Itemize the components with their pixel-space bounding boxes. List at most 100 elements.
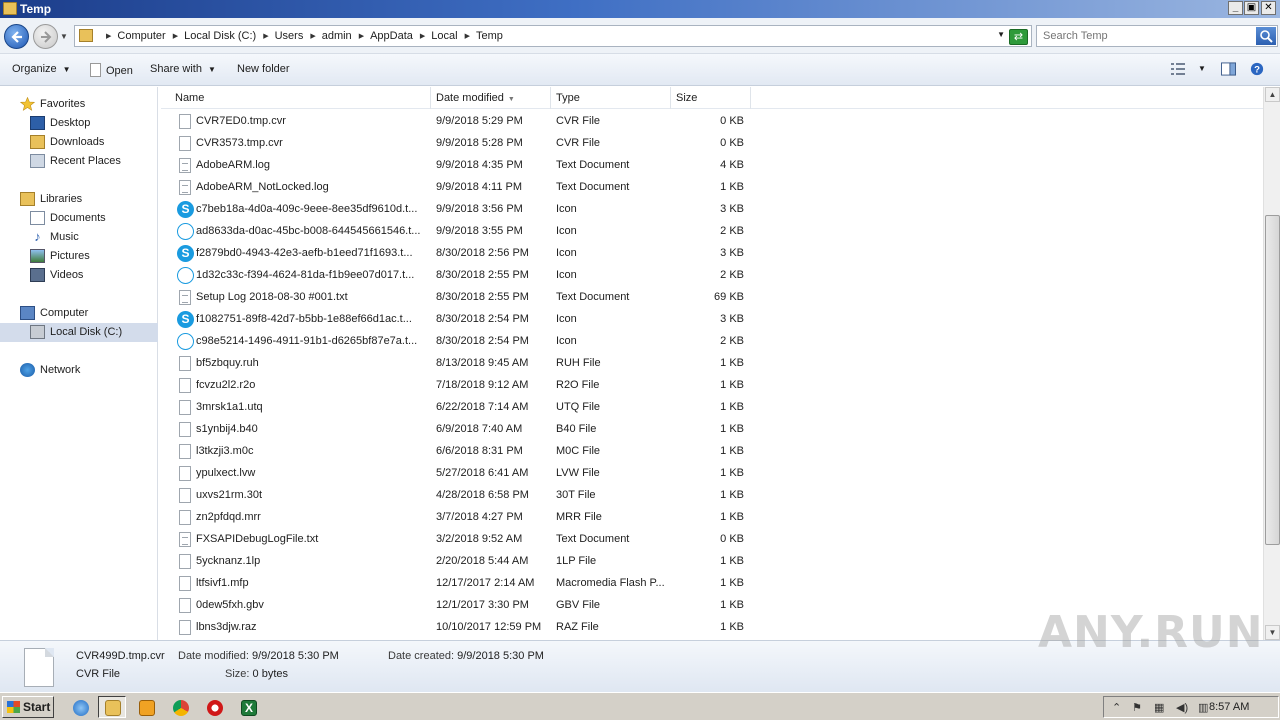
file-row[interactable]: Sf1082751-89f8-42d7-b5bb-1e88ef66d1ac.t.… bbox=[161, 309, 1263, 331]
file-row[interactable]: ypulxect.lvw 5/27/2018 6:41 AM LVW File 1 K… bbox=[161, 463, 1263, 485]
file-row[interactable]: l3tkzji3.m0c 6/6/2018 8:31 PM M0C File 1 KB bbox=[161, 441, 1263, 463]
column-date-modified[interactable]: Date modified ▼ bbox=[431, 87, 551, 109]
nav-libraries[interactable]: Libraries bbox=[0, 190, 158, 209]
close-button[interactable]: ✕ bbox=[1261, 1, 1276, 15]
change-view-icon[interactable] bbox=[1170, 62, 1186, 76]
nav-favorites[interactable]: Favorites bbox=[0, 95, 158, 114]
breadcrumb-item[interactable]: ▶ Local Disk (C:) bbox=[166, 30, 257, 42]
nav-music[interactable]: ♪ Music bbox=[0, 228, 158, 247]
new-folder-button[interactable]: New folder bbox=[237, 63, 290, 75]
recent-pages-dropdown[interactable]: ▼ bbox=[60, 32, 68, 41]
clock[interactable]: 8:57 AM bbox=[1209, 701, 1249, 713]
file-icon bbox=[24, 648, 54, 687]
search-box[interactable] bbox=[1036, 25, 1278, 47]
file-row[interactable]: CVR7ED0.tmp.cvr 9/9/2018 5:29 PM CVR File 0… bbox=[161, 111, 1263, 133]
taskbar-media-player[interactable] bbox=[132, 696, 160, 718]
breadcrumb-item[interactable]: ▶ AppData bbox=[352, 30, 413, 42]
share-with-button[interactable]: Share with ▼ bbox=[150, 63, 216, 75]
search-icon[interactable] bbox=[1256, 27, 1276, 45]
vertical-scrollbar[interactable]: ▲ ▼ bbox=[1263, 87, 1280, 640]
file-name: FXSAPIDebugLogFile.txt bbox=[196, 533, 319, 545]
start-button[interactable]: Start bbox=[2, 696, 54, 718]
file-row[interactable]: Sc7beb18a-4d0a-409c-9eee-8ee35df9610d.t.… bbox=[161, 199, 1263, 221]
file-row[interactable]: zn2pfdqd.mrr 3/7/2018 4:27 PM MRR File 1 KB bbox=[161, 507, 1263, 529]
view-options-dropdown[interactable]: ▼ bbox=[1198, 64, 1206, 73]
show-hidden-icons[interactable]: ⌃ bbox=[1112, 701, 1121, 714]
chevron-right-icon[interactable]: ▶ bbox=[420, 32, 425, 40]
breadcrumb-item[interactable]: ▶ admin bbox=[303, 30, 351, 42]
open-button[interactable]: Open bbox=[90, 63, 133, 77]
column-type[interactable]: Type bbox=[551, 87, 671, 109]
column-name[interactable]: Name bbox=[161, 87, 431, 109]
address-bar[interactable]: ▶ Computer ▶ Local Disk (C:) ▶ Users ▶ admin ▶ Ap… bbox=[74, 25, 1032, 47]
nav-pictures[interactable]: Pictures bbox=[0, 247, 158, 266]
file-row[interactable]: ltfsivf1.mfp 12/17/2017 2:14 AM Macromedia… bbox=[161, 573, 1263, 595]
action-center-flag-icon[interactable]: ⚑ bbox=[1132, 701, 1142, 714]
taskbar-chrome[interactable] bbox=[166, 696, 194, 718]
taskbar-excel[interactable]: X bbox=[234, 696, 262, 718]
scroll-down-button[interactable]: ▼ bbox=[1265, 625, 1280, 640]
column-size[interactable]: Size bbox=[671, 87, 751, 109]
breadcrumb-item[interactable]: ▶ Local bbox=[413, 30, 458, 42]
nav-desktop[interactable]: Desktop bbox=[0, 114, 158, 133]
tray-icon[interactable]: ▥ bbox=[1198, 701, 1208, 714]
scroll-up-button[interactable]: ▲ bbox=[1265, 87, 1280, 102]
maximize-button[interactable]: ▣ bbox=[1244, 1, 1259, 15]
nav-local-disk-c[interactable]: Local Disk (C:) bbox=[0, 323, 158, 342]
breadcrumb-item[interactable]: ▶ Users bbox=[256, 30, 303, 42]
nav-videos[interactable]: Videos bbox=[0, 266, 158, 285]
chevron-right-icon[interactable]: ▶ bbox=[173, 32, 178, 40]
file-row[interactable]: Sc98e5214-1496-4911-91b1-d6265bf87e7a.t.… bbox=[161, 331, 1263, 353]
chevron-right-icon[interactable]: ▶ bbox=[310, 32, 315, 40]
scroll-thumb[interactable] bbox=[1265, 215, 1280, 545]
file-date-modified: 9/9/2018 3:56 PM bbox=[436, 203, 523, 215]
minimize-button[interactable]: _ bbox=[1228, 1, 1243, 15]
file-row[interactable]: 3mrsk1a1.utq 6/22/2018 7:14 AM UTQ File 1 K… bbox=[161, 397, 1263, 419]
file-row[interactable]: s1ynbij4.b40 6/9/2018 7:40 AM B40 File 1 KB bbox=[161, 419, 1263, 441]
volume-icon[interactable]: ◀) bbox=[1176, 701, 1188, 714]
address-history-dropdown[interactable]: ▼ bbox=[997, 30, 1005, 39]
file-row[interactable]: Sad8633da-d0ac-45bc-b008-644545661546.t.… bbox=[161, 221, 1263, 243]
forward-button[interactable] bbox=[33, 24, 58, 49]
skype-icon: S bbox=[177, 311, 194, 328]
file-row[interactable]: AdobeARM_NotLocked.log 9/9/2018 4:11 PM Te… bbox=[161, 177, 1263, 199]
nav-documents[interactable]: Documents bbox=[0, 209, 158, 228]
chevron-right-icon[interactable]: ▶ bbox=[263, 32, 268, 40]
breadcrumb-item[interactable]: ▶ Computer bbox=[99, 30, 166, 42]
file-row[interactable]: bf5zbquy.ruh 8/13/2018 9:45 AM RUH File 1 K… bbox=[161, 353, 1263, 375]
nav-recent-places[interactable]: Recent Places bbox=[0, 152, 158, 171]
preview-pane-icon[interactable] bbox=[1220, 62, 1237, 76]
chevron-right-icon[interactable]: ▶ bbox=[359, 32, 364, 40]
file-row[interactable]: fcvzu2l2.r2o 7/18/2018 9:12 AM R2O File 1 K… bbox=[161, 375, 1263, 397]
file-type: M0C File bbox=[556, 445, 601, 457]
chevron-right-icon[interactable]: ▶ bbox=[106, 32, 111, 40]
nav-network[interactable]: Network bbox=[0, 361, 158, 380]
taskbar-explorer[interactable] bbox=[98, 696, 126, 718]
drive-icon bbox=[30, 325, 45, 339]
file-type: RAZ File bbox=[556, 621, 599, 633]
file-row[interactable]: CVR3573.tmp.cvr 9/9/2018 5:28 PM CVR File 0… bbox=[161, 133, 1263, 155]
taskbar-internet-explorer[interactable] bbox=[66, 696, 94, 718]
file-row[interactable]: FXSAPIDebugLogFile.txt 3/2/2018 9:52 AM Te… bbox=[161, 529, 1263, 551]
network-tray-icon[interactable]: ▦ bbox=[1154, 701, 1164, 714]
file-row[interactable]: Sf2879bd0-4943-42e3-aefb-b1eed71f1693.t.… bbox=[161, 243, 1263, 265]
file-type: Text Document bbox=[556, 159, 630, 171]
chevron-right-icon[interactable]: ▶ bbox=[465, 32, 470, 40]
taskbar-opera[interactable] bbox=[200, 696, 228, 718]
nav-computer[interactable]: Computer bbox=[0, 304, 158, 323]
nav-downloads[interactable]: Downloads bbox=[0, 133, 158, 152]
refresh-button[interactable]: ⇄ bbox=[1009, 29, 1028, 45]
back-arrow-icon bbox=[11, 31, 22, 43]
file-row[interactable]: AdobeARM.log 9/9/2018 4:35 PM Text Documen… bbox=[161, 155, 1263, 177]
file-row[interactable]: S1d32c33c-f394-4624-81da-f1b9ee07d017.t.… bbox=[161, 265, 1263, 287]
breadcrumb-item[interactable]: ▶ Temp bbox=[458, 30, 503, 42]
organize-button[interactable]: Organize ▼ bbox=[12, 63, 71, 75]
file-row[interactable]: Setup Log 2018-08-30 #001.txt 8/30/2018 2… bbox=[161, 287, 1263, 309]
search-input[interactable] bbox=[1037, 26, 1247, 46]
back-button[interactable] bbox=[4, 24, 29, 49]
file-date-modified: 12/1/2017 3:30 PM bbox=[436, 599, 529, 611]
help-icon[interactable]: ? bbox=[1249, 62, 1265, 76]
file-row[interactable]: uxvs21rm.30t 4/28/2018 6:58 PM 30T File 1 K… bbox=[161, 485, 1263, 507]
file-row[interactable]: 5ycknanz.1lp 2/20/2018 5:44 AM 1LP File 1 K… bbox=[161, 551, 1263, 573]
file-size: 3 KB bbox=[720, 313, 744, 325]
